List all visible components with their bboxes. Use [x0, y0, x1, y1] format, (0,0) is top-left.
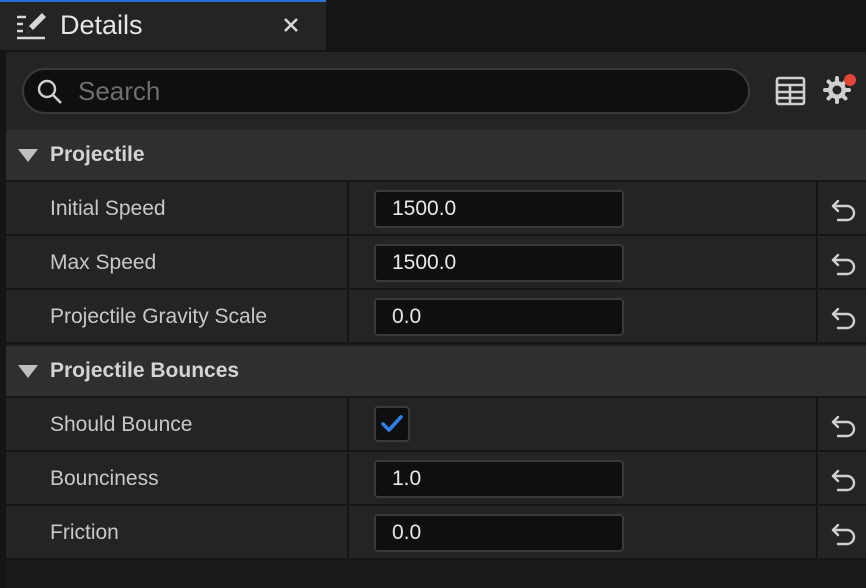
property-label: Friction: [50, 521, 119, 544]
notification-dot: [844, 74, 856, 86]
edit-details-icon: [17, 13, 46, 40]
reset-to-default-icon[interactable]: [830, 249, 858, 277]
gravity-scale-input[interactable]: 0.0: [374, 298, 624, 336]
expand-arrow-icon: [18, 149, 38, 162]
column-splitter[interactable]: [347, 398, 349, 450]
reset-to-default-icon[interactable]: [830, 465, 858, 493]
tab-bar: Details: [0, 0, 866, 52]
max-speed-input[interactable]: 1500.0: [374, 244, 624, 282]
reset-to-default-icon[interactable]: [830, 411, 858, 439]
expand-arrow-icon: [18, 365, 38, 378]
search-box[interactable]: [22, 68, 750, 114]
settings-gear-icon[interactable]: [820, 72, 858, 110]
property-row-gravity-scale: Projectile Gravity Scale 0.0: [6, 290, 866, 344]
property-label: Projectile Gravity Scale: [50, 305, 268, 328]
divider: [816, 182, 818, 234]
checkmark-icon: [381, 415, 403, 432]
property-row-max-speed: Max Speed 1500.0: [6, 236, 866, 290]
search-icon: [37, 79, 62, 104]
should-bounce-checkbox[interactable]: [374, 406, 410, 442]
tab-details[interactable]: Details: [0, 0, 326, 50]
divider: [816, 452, 818, 504]
search-input[interactable]: [76, 74, 736, 108]
divider: [816, 506, 818, 558]
bounciness-input[interactable]: 1.0: [374, 460, 624, 498]
property-label: Should Bounce: [50, 413, 193, 436]
category-label: Projectile Bounces: [50, 359, 240, 382]
search-toolbar: [6, 52, 866, 130]
divider: [816, 398, 818, 450]
initial-speed-input[interactable]: 1500.0: [374, 190, 624, 228]
friction-input[interactable]: 0.0: [374, 514, 624, 552]
column-splitter[interactable]: [347, 452, 349, 504]
reset-to-default-icon[interactable]: [830, 195, 858, 223]
column-splitter[interactable]: [347, 290, 349, 342]
property-row-bounciness: Bounciness 1.0: [6, 452, 866, 506]
reset-to-default-icon[interactable]: [830, 519, 858, 547]
details-panel: Projectile Initial Speed 1500.0 Max Spee…: [6, 130, 866, 588]
table-view-icon[interactable]: [774, 74, 808, 108]
tab-title: Details: [60, 10, 143, 40]
divider: [816, 290, 818, 342]
property-row-should-bounce: Should Bounce: [6, 398, 866, 452]
category-label: Projectile: [50, 143, 145, 166]
property-label: Bounciness: [50, 467, 159, 490]
close-icon[interactable]: [278, 12, 304, 38]
reset-to-default-icon[interactable]: [830, 303, 858, 331]
property-label: Initial Speed: [50, 197, 166, 220]
category-projectile-bounces[interactable]: Projectile Bounces: [6, 346, 866, 398]
property-label: Max Speed: [50, 251, 157, 274]
column-splitter[interactable]: [347, 236, 349, 288]
column-splitter[interactable]: [347, 182, 349, 234]
property-row-initial-speed: Initial Speed 1500.0: [6, 182, 866, 236]
divider: [816, 236, 818, 288]
category-projectile[interactable]: Projectile: [6, 130, 866, 182]
column-splitter[interactable]: [347, 506, 349, 558]
property-row-friction: Friction 0.0: [6, 506, 866, 560]
